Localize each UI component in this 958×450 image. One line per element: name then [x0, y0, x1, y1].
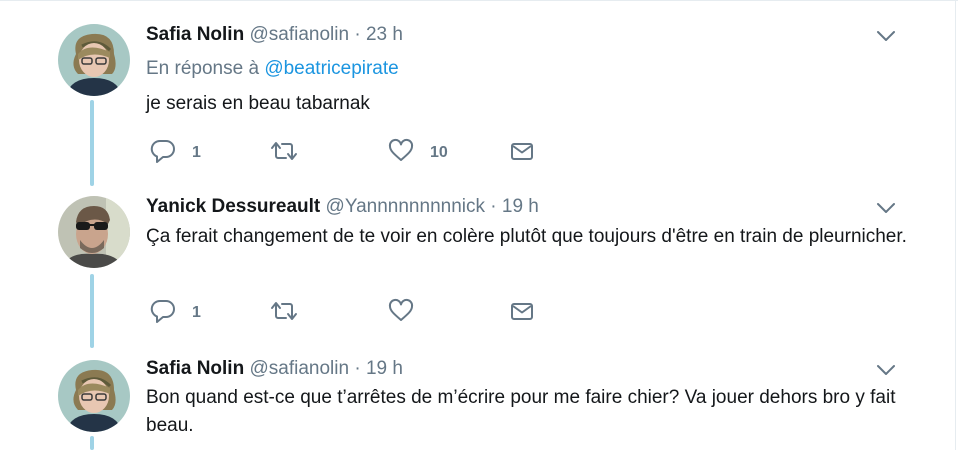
- author-name[interactable]: Safia Nolin: [146, 358, 244, 379]
- separator: ·: [354, 24, 361, 45]
- reply-icon: [150, 298, 176, 324]
- like-button[interactable]: 10: [388, 137, 448, 165]
- like-icon: [388, 298, 414, 324]
- retweet-button[interactable]: [270, 137, 314, 165]
- tweet[interactable]: Safia Nolin @safianolin · 19 h Bon quand…: [0, 350, 950, 450]
- message-icon: [510, 300, 534, 322]
- retweet-icon: [270, 138, 298, 164]
- tweet-text: Bon quand est-ce que t’arrêtes de m’écri…: [146, 387, 896, 436]
- reply-count: 1: [192, 144, 201, 161]
- reply-context: En réponse à @beatricepirate: [146, 58, 399, 80]
- reply-icon: [150, 138, 176, 164]
- reply-prefix: En réponse à: [146, 58, 260, 79]
- message-icon: [510, 140, 534, 162]
- retweet-icon: [270, 298, 298, 324]
- reply-button[interactable]: 1: [150, 137, 201, 165]
- chevron-down-icon[interactable]: [876, 363, 896, 377]
- separator: ·: [490, 196, 497, 217]
- like-icon: [388, 138, 414, 164]
- reply-mention-link[interactable]: @beatricepirate: [264, 58, 398, 79]
- like-button[interactable]: [388, 297, 430, 325]
- direct-message-button[interactable]: [510, 137, 534, 165]
- tweet-header: Yanick Dessureault @Yannnnnnnnnick · 19 …: [146, 196, 539, 218]
- chevron-down-icon[interactable]: [876, 201, 896, 215]
- tweet[interactable]: Safia Nolin @safianolin · 23 h En répons…: [0, 0, 950, 190]
- like-count: 10: [430, 144, 448, 161]
- reply-button[interactable]: 1: [150, 297, 201, 325]
- avatar[interactable]: [58, 196, 130, 268]
- retweet-button[interactable]: [270, 297, 314, 325]
- timestamp[interactable]: 23 h: [366, 24, 403, 45]
- author-name[interactable]: Safia Nolin: [146, 24, 244, 45]
- avatar[interactable]: [58, 360, 130, 432]
- author-username[interactable]: @safianolin: [249, 24, 349, 45]
- timestamp[interactable]: 19 h: [366, 358, 403, 379]
- author-username[interactable]: @safianolin: [249, 358, 349, 379]
- author-username[interactable]: @Yannnnnnnnnick: [326, 196, 485, 217]
- reply-count: 1: [192, 304, 201, 321]
- separator: ·: [354, 358, 361, 379]
- tweet-actions: 1 10: [146, 137, 566, 165]
- timestamp[interactable]: 19 h: [502, 196, 539, 217]
- tweet-text: je serais en beau tabarnak: [146, 93, 370, 114]
- avatar[interactable]: [58, 24, 130, 96]
- chevron-down-icon[interactable]: [876, 29, 896, 43]
- tweet-text: Ça ferait changement de te voir en colèr…: [146, 226, 907, 247]
- tweet-header: Safia Nolin @safianolin · 23 h: [146, 24, 403, 46]
- tweet-header: Safia Nolin @safianolin · 19 h: [146, 358, 403, 380]
- timeline-right-border: [955, 0, 956, 450]
- tweet[interactable]: Yanick Dessureault @Yannnnnnnnnick · 19 …: [0, 190, 950, 350]
- tweet-actions: 1: [146, 297, 566, 325]
- author-name[interactable]: Yanick Dessureault: [146, 196, 320, 217]
- direct-message-button[interactable]: [510, 297, 534, 325]
